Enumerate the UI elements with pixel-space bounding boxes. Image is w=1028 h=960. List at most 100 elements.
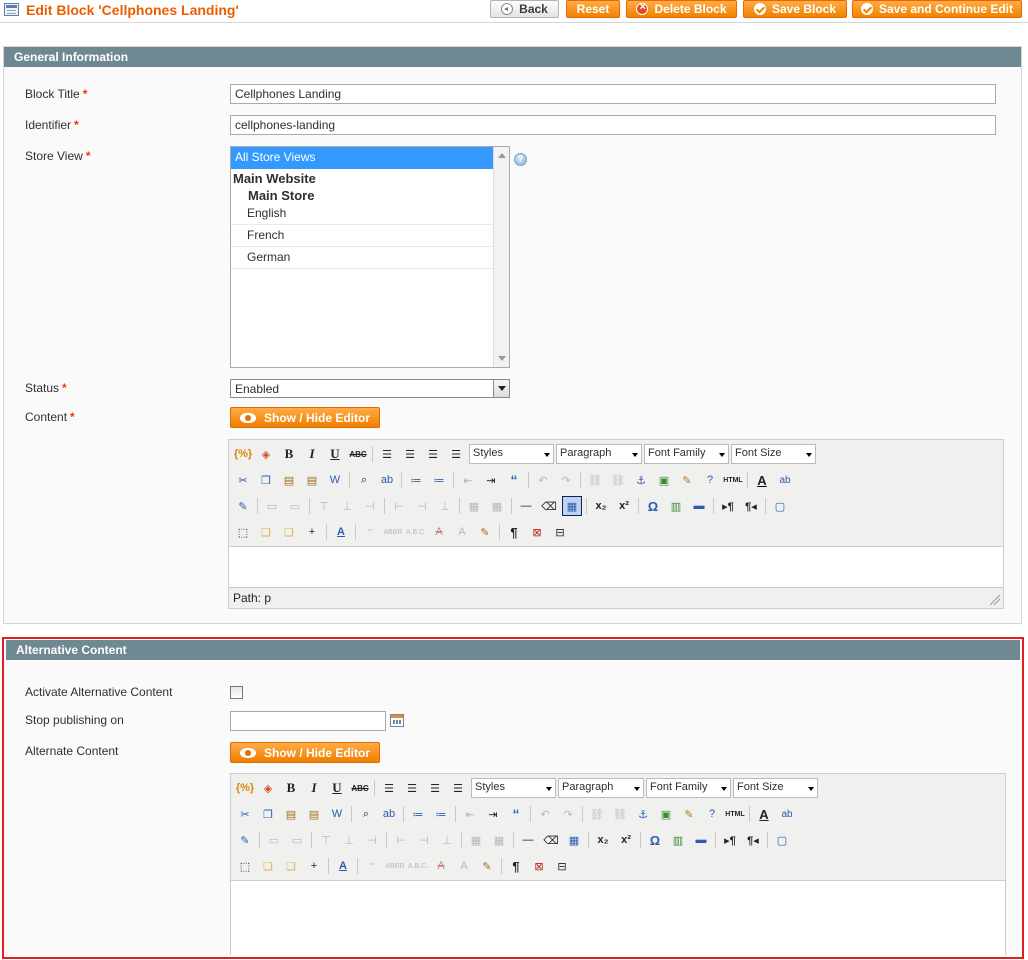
- insert-text-icon[interactable]: A: [454, 856, 474, 876]
- attributes-icon[interactable]: ✎: [475, 522, 495, 542]
- replace-icon[interactable]: ab: [379, 804, 399, 824]
- unlink-icon[interactable]: ⛓: [608, 470, 628, 490]
- remove-format-icon[interactable]: ⌫: [541, 830, 561, 850]
- redo-icon[interactable]: ↷: [558, 804, 578, 824]
- insert-text-icon[interactable]: A: [452, 522, 472, 542]
- insert-col-before-icon[interactable]: ⊢: [389, 496, 409, 516]
- page-break-icon[interactable]: ⊟: [550, 522, 570, 542]
- font-family-select[interactable]: Font Family: [644, 444, 729, 464]
- undo-icon[interactable]: ↶: [533, 470, 553, 490]
- align-right-icon[interactable]: ☰: [423, 444, 443, 464]
- acronym-icon[interactable]: A.B.C.: [408, 856, 428, 876]
- attributes-icon[interactable]: ✎: [477, 856, 497, 876]
- special-char-icon[interactable]: Ω: [645, 830, 665, 850]
- fullscreen-icon[interactable]: ▢: [772, 830, 792, 850]
- italic-icon[interactable]: I: [304, 778, 324, 798]
- unlink-icon[interactable]: ⛓: [610, 804, 630, 824]
- cut-icon[interactable]: ✂: [233, 470, 253, 490]
- horizontal-rule-icon[interactable]: —: [518, 830, 538, 850]
- resize-handle-icon[interactable]: [990, 595, 1000, 605]
- align-center-icon[interactable]: ☰: [400, 444, 420, 464]
- styles-select[interactable]: Styles: [469, 444, 554, 464]
- find-icon[interactable]: ⌕: [354, 470, 374, 490]
- align-justify-icon[interactable]: ☰: [448, 778, 468, 798]
- insert-row-after-icon[interactable]: ⊥: [339, 830, 359, 850]
- save-block-button[interactable]: Save Block: [743, 0, 847, 18]
- ltr-icon[interactable]: ▸¶: [720, 830, 740, 850]
- magento-widget-icon[interactable]: ◈: [256, 444, 276, 464]
- highlight-color-icon[interactable]: ab: [775, 470, 795, 490]
- find-icon[interactable]: ⌕: [356, 804, 376, 824]
- paste-icon[interactable]: ▤: [281, 804, 301, 824]
- acronym-icon[interactable]: A.B.C.: [406, 522, 426, 542]
- special-char-icon[interactable]: Ω: [643, 496, 663, 516]
- text-color-icon[interactable]: A: [754, 804, 774, 824]
- store-view-multiselect[interactable]: All Store Views Main Website Main Store …: [230, 146, 510, 368]
- edit-css-icon[interactable]: ✎: [235, 830, 255, 850]
- cleanup-icon[interactable]: ✎: [677, 470, 697, 490]
- status-select[interactable]: Enabled: [230, 379, 510, 398]
- anchor-icon[interactable]: ⚓: [631, 470, 651, 490]
- font-family-select[interactable]: Font Family: [646, 778, 731, 798]
- align-justify-icon[interactable]: ☰: [446, 444, 466, 464]
- paste-text-icon[interactable]: ▤: [304, 804, 324, 824]
- stop-publishing-input[interactable]: [230, 711, 386, 731]
- paste-word-icon[interactable]: W: [327, 804, 347, 824]
- help-icon[interactable]: ?: [514, 153, 527, 166]
- back-button[interactable]: Back: [490, 0, 559, 18]
- styles-select[interactable]: Styles: [471, 778, 556, 798]
- style-props-icon[interactable]: A: [331, 522, 351, 542]
- delete-row-icon[interactable]: ⊣: [362, 830, 382, 850]
- underline-icon[interactable]: U: [325, 444, 345, 464]
- merge-cells-icon[interactable]: ▦: [487, 496, 507, 516]
- bullet-list-icon[interactable]: ≔: [408, 804, 428, 824]
- store-option-german[interactable]: German: [231, 247, 493, 269]
- paste-icon[interactable]: ▤: [279, 470, 299, 490]
- scroll-up-arrow-icon[interactable]: [498, 153, 506, 158]
- advanced-hr-icon[interactable]: ▬: [691, 830, 711, 850]
- show-hide-editor-button[interactable]: Show / Hide Editor: [230, 407, 380, 428]
- link-icon[interactable]: ⛓: [587, 804, 607, 824]
- superscript-icon[interactable]: x²: [614, 496, 634, 516]
- bullet-list-icon[interactable]: ≔: [406, 470, 426, 490]
- identifier-input[interactable]: cellphones-landing: [230, 115, 996, 135]
- show-hide-editor-button[interactable]: Show / Hide Editor: [230, 742, 380, 763]
- help-editor-icon[interactable]: ?: [700, 470, 720, 490]
- paste-word-icon[interactable]: W: [325, 470, 345, 490]
- calendar-icon[interactable]: [390, 714, 404, 727]
- abbr-icon[interactable]: ABBR: [383, 522, 403, 542]
- reset-button[interactable]: Reset: [566, 0, 620, 18]
- insert-row-after-icon[interactable]: ⊥: [337, 496, 357, 516]
- table-icon[interactable]: ▦: [562, 496, 582, 516]
- move-forward-icon[interactable]: ❏: [256, 522, 276, 542]
- paste-text-icon[interactable]: ▤: [302, 470, 322, 490]
- blockquote-icon[interactable]: “: [504, 470, 524, 490]
- horizontal-rule-icon[interactable]: —: [516, 496, 536, 516]
- content-edit-area[interactable]: [229, 546, 1003, 588]
- row-props-icon[interactable]: ▭: [264, 830, 284, 850]
- merge-cells-icon[interactable]: ▦: [489, 830, 509, 850]
- italic-icon[interactable]: I: [302, 444, 322, 464]
- delete-text-icon[interactable]: A: [429, 522, 449, 542]
- row-props-icon[interactable]: ▭: [262, 496, 282, 516]
- highlight-color-icon[interactable]: ab: [777, 804, 797, 824]
- edit-css-icon[interactable]: ✎: [233, 496, 253, 516]
- store-option-french[interactable]: French: [231, 225, 493, 247]
- insert-row-before-icon[interactable]: ⊤: [314, 496, 334, 516]
- insert-col-before-icon[interactable]: ⊢: [391, 830, 411, 850]
- scroll-down-arrow-icon[interactable]: [498, 356, 506, 361]
- split-cells-icon[interactable]: ▦: [464, 496, 484, 516]
- cite-icon[interactable]: “”: [362, 856, 382, 876]
- subscript-icon[interactable]: x₂: [591, 496, 611, 516]
- cite-icon[interactable]: “”: [360, 522, 380, 542]
- paragraph-select[interactable]: Paragraph: [556, 444, 642, 464]
- align-center-icon[interactable]: ☰: [402, 778, 422, 798]
- insert-col-after-icon[interactable]: ⊣: [412, 496, 432, 516]
- copy-icon[interactable]: ❐: [258, 804, 278, 824]
- undo-icon[interactable]: ↶: [535, 804, 555, 824]
- delete-block-button[interactable]: Delete Block: [626, 0, 737, 18]
- delete-row-icon[interactable]: ⊣: [360, 496, 380, 516]
- cut-icon[interactable]: ✂: [235, 804, 255, 824]
- media-icon[interactable]: ▥: [666, 496, 686, 516]
- delete-col-icon[interactable]: ⊥: [435, 496, 455, 516]
